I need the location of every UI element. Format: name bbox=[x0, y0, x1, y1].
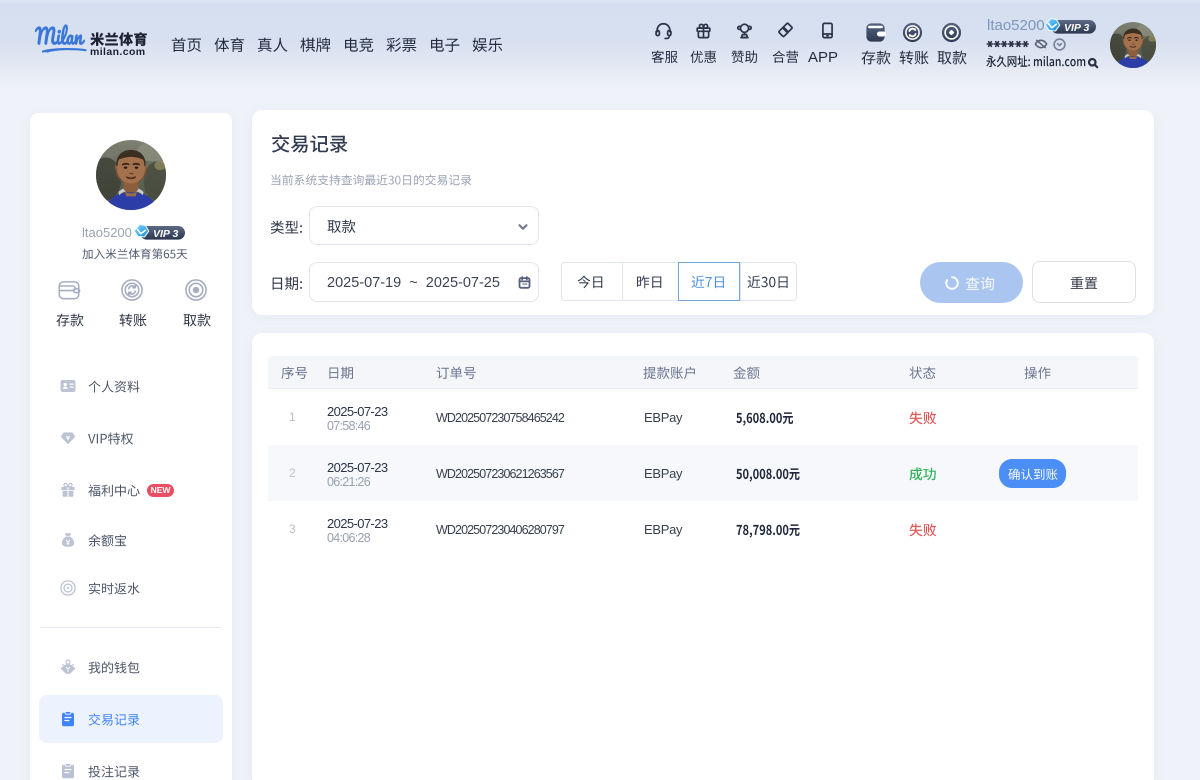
svg-text:VIP 3: VIP 3 bbox=[1064, 22, 1089, 34]
svg-text:VIP 3: VIP 3 bbox=[153, 228, 178, 240]
